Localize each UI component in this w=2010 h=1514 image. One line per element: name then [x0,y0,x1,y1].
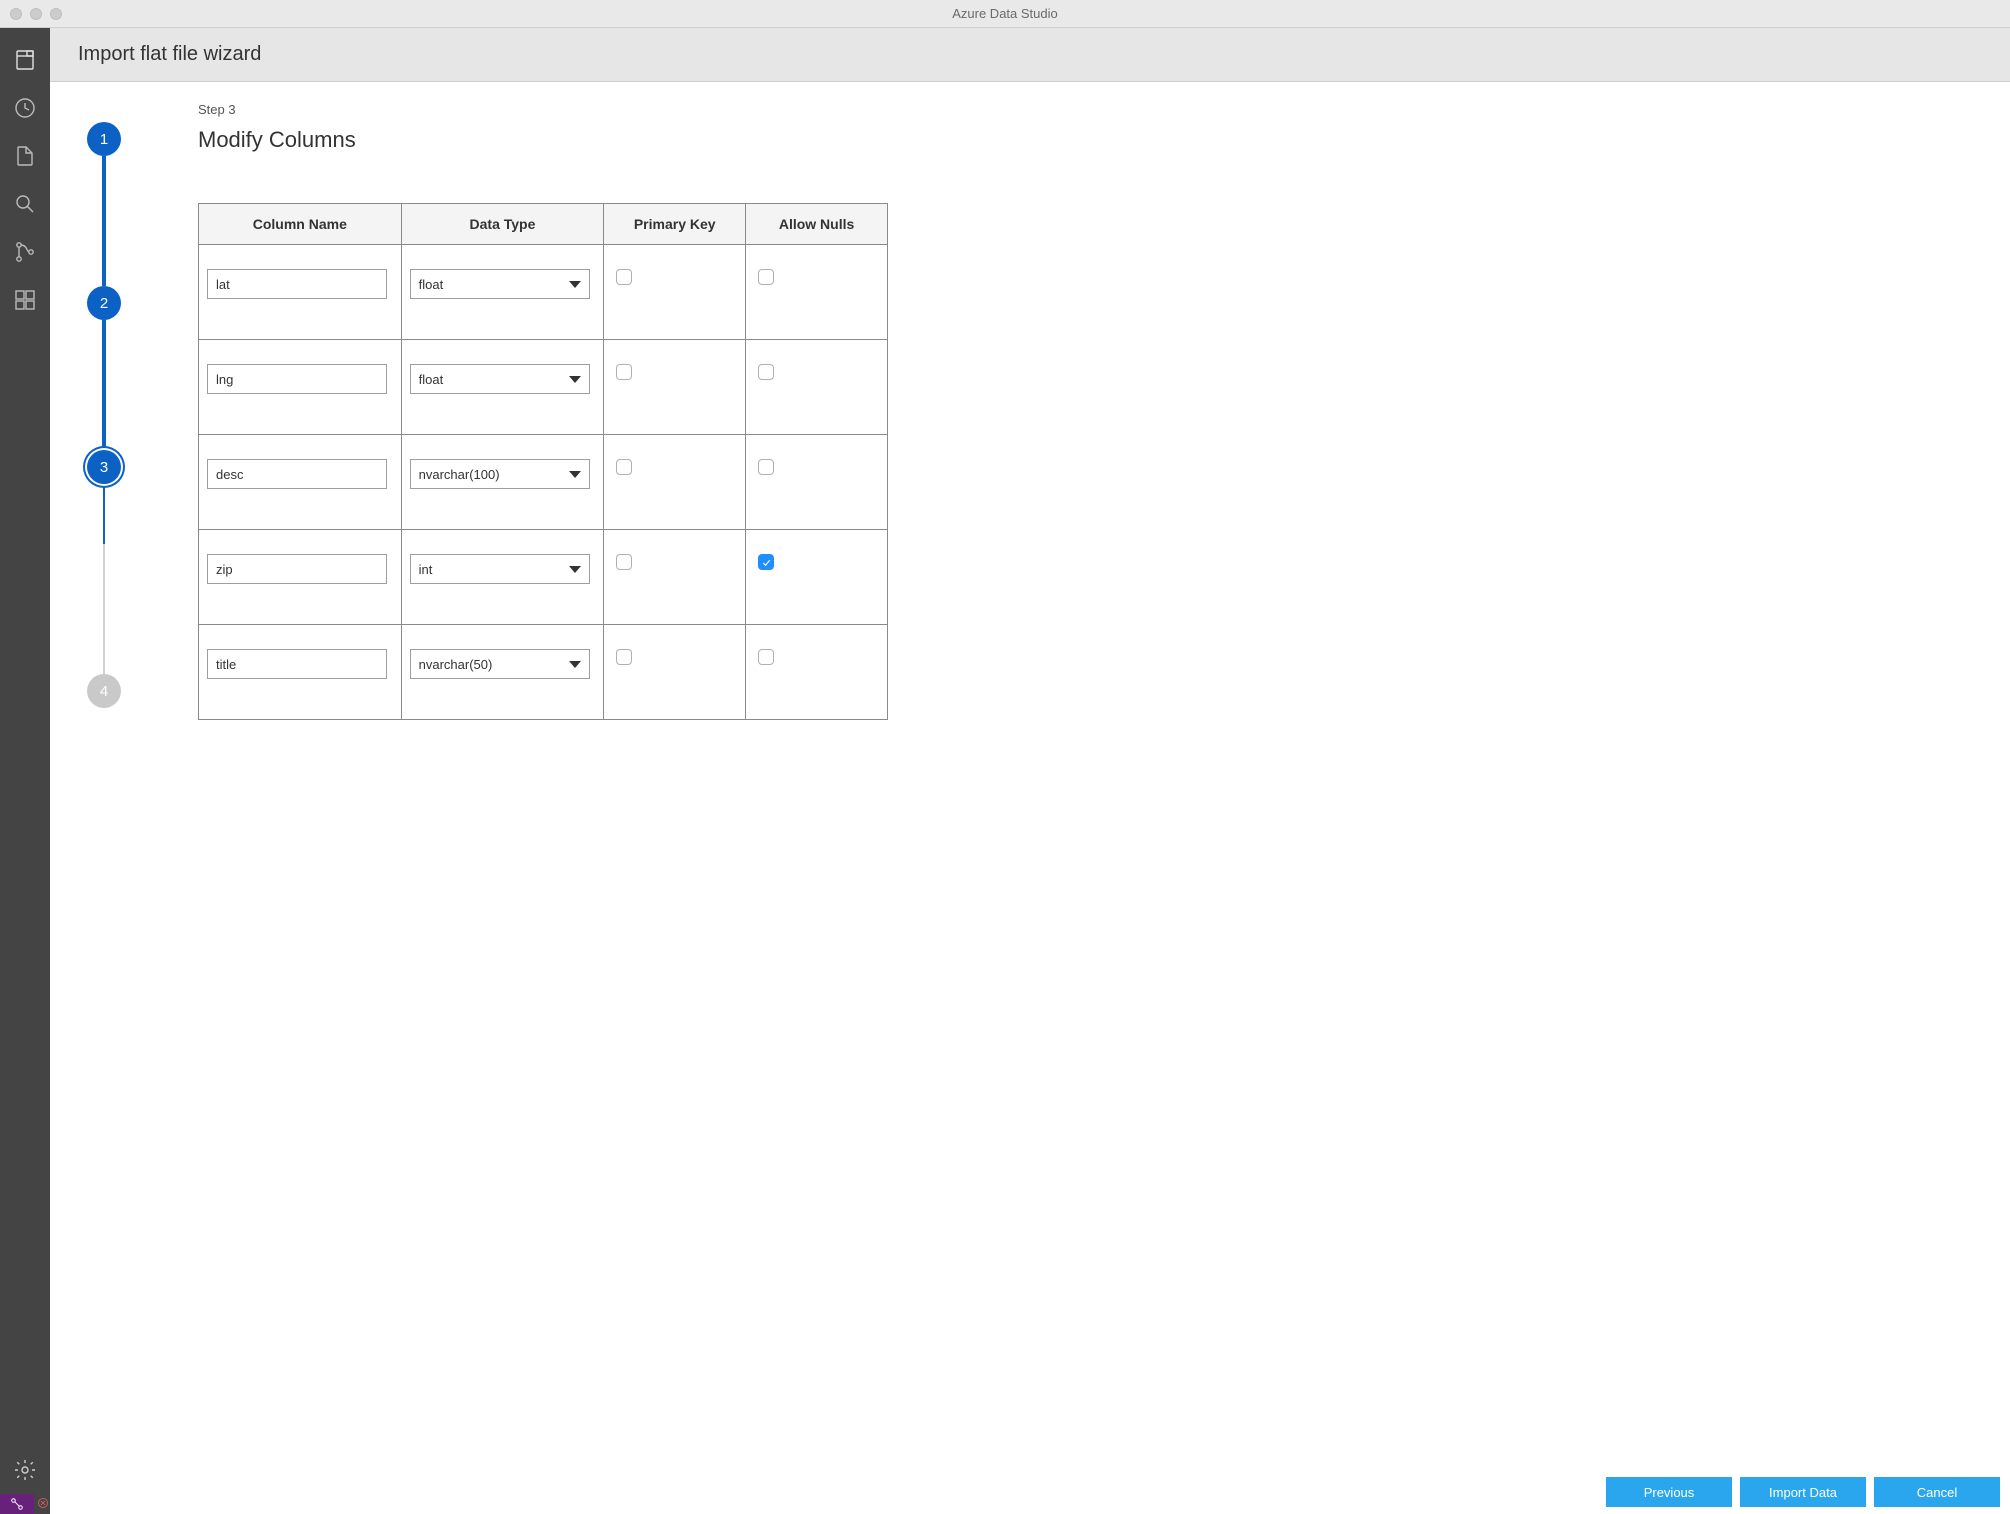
explorer-icon[interactable] [11,142,39,170]
primary-key-checkbox[interactable] [616,649,632,665]
data-type-value: int [419,562,433,577]
data-type-select[interactable]: nvarchar(100) [410,459,590,489]
previous-button[interactable]: Previous [1606,1477,1732,1507]
allow-nulls-checkbox[interactable] [758,554,774,570]
wizard-header: Import flat file wizard [50,28,2010,82]
column-name-input[interactable] [207,459,387,489]
activity-bar [0,28,50,1494]
window-controls [10,8,62,20]
allow-nulls-checkbox[interactable] [758,649,774,665]
servers-icon[interactable] [11,46,39,74]
th-primary-key: Primary Key [604,204,746,245]
column-name-input[interactable] [207,364,387,394]
column-name-input[interactable] [207,554,387,584]
data-type-select[interactable]: int [410,554,590,584]
data-type-value: float [419,277,444,292]
th-data-type: Data Type [401,204,604,245]
th-allow-nulls: Allow Nulls [746,204,888,245]
wizard-title: Import flat file wizard [78,43,261,66]
column-name-input[interactable] [207,269,387,299]
close-window-icon[interactable] [10,8,22,20]
source-control-icon[interactable] [11,238,39,266]
wizard-page: Step 3 Modify Columns Column Name Data T… [158,82,2010,1470]
page-heading: Modify Columns [198,127,1970,153]
step-1[interactable]: 1 [87,122,121,156]
chevron-down-icon [569,281,581,288]
import-data-button[interactable]: Import Data [1740,1477,1866,1507]
table-row: float [199,245,888,340]
search-icon[interactable] [11,190,39,218]
data-type-select[interactable]: float [410,364,590,394]
table-row: int [199,530,888,625]
extensions-icon[interactable] [11,286,39,314]
primary-key-checkbox[interactable] [616,554,632,570]
data-type-value: nvarchar(50) [419,657,493,672]
step-4[interactable]: 4 [87,674,121,708]
th-column-name: Column Name [199,204,402,245]
titlebar: Azure Data Studio [0,0,2010,28]
zoom-window-icon[interactable] [50,8,62,20]
chevron-down-icon [569,566,581,573]
allow-nulls-checkbox[interactable] [758,364,774,380]
cancel-button[interactable]: Cancel [1874,1477,2000,1507]
data-type-select[interactable]: float [410,269,590,299]
step-label: Step 3 [198,102,1970,117]
step-2[interactable]: 2 [87,286,121,320]
table-row: nvarchar(50) [199,625,888,720]
allow-nulls-checkbox[interactable] [758,269,774,285]
allow-nulls-checkbox[interactable] [758,459,774,475]
wizard-stepper: 1 2 3 4 [50,82,158,1470]
settings-gear-icon[interactable] [11,1456,39,1484]
chevron-down-icon [569,376,581,383]
primary-key-checkbox[interactable] [616,459,632,475]
primary-key-checkbox[interactable] [616,269,632,285]
history-icon[interactable] [11,94,39,122]
chevron-down-icon [569,471,581,478]
minimize-window-icon[interactable] [30,8,42,20]
table-row: float [199,340,888,435]
window-title: Azure Data Studio [0,6,2010,21]
wizard-footer: Previous Import Data Cancel [50,1470,2010,1514]
data-type-value: nvarchar(100) [419,467,500,482]
data-type-select[interactable]: nvarchar(50) [410,649,590,679]
columns-table: Column Name Data Type Primary Key Allow … [198,203,888,720]
status-bar-fragment [0,1494,50,1514]
data-type-value: float [419,372,444,387]
remote-indicator-icon[interactable] [0,1494,34,1514]
error-indicator-icon[interactable] [37,1496,49,1512]
table-row: nvarchar(100) [199,435,888,530]
primary-key-checkbox[interactable] [616,364,632,380]
column-name-input[interactable] [207,649,387,679]
step-3[interactable]: 3 [87,450,121,484]
chevron-down-icon [569,661,581,668]
